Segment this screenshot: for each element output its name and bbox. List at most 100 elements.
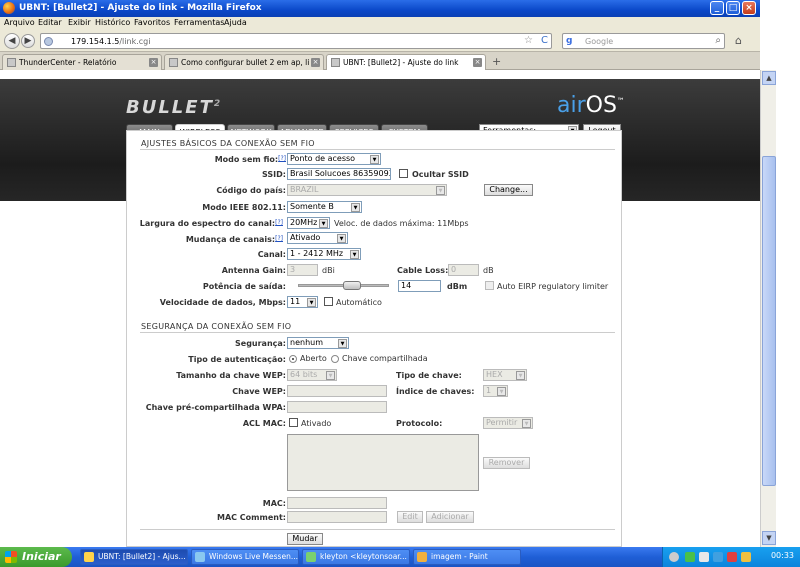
slider-handle[interactable] [343, 281, 361, 290]
page-icon [7, 58, 16, 67]
tab-close-icon[interactable]: × [473, 58, 482, 67]
search-bar[interactable]: g Google ⌕ [562, 33, 725, 49]
tab-close-icon[interactable]: × [149, 58, 158, 67]
security-select[interactable]: nenhum ▼ [287, 337, 349, 349]
edit-button[interactable]: Edit [397, 511, 423, 523]
wep-key-input[interactable] [287, 385, 387, 397]
channel-select[interactable]: 1 - 2412 MHz ▼ [287, 248, 361, 260]
channel-width-select[interactable]: 20MHz ▼ [287, 217, 330, 229]
add-button[interactable]: Adicionar [426, 511, 474, 523]
browser-tab-thundercenter[interactable]: ThunderCenter - Relatório × [2, 54, 162, 70]
cable-loss-input[interactable]: 0 [448, 264, 479, 276]
key-type-label: Tipo de chave: [396, 371, 462, 380]
start-button[interactable]: Iniciar [0, 547, 72, 567]
vertical-scrollbar[interactable]: ▲ ▼ [760, 70, 776, 547]
scroll-down-icon[interactable]: ▼ [762, 531, 776, 545]
protocol-label: Protocolo: [396, 419, 443, 428]
auto-rate-checkbox[interactable] [324, 297, 333, 306]
search-icon[interactable]: ⌕ [715, 35, 721, 46]
tab-close-icon[interactable]: × [311, 58, 320, 67]
channel-label: Canal: [257, 250, 286, 259]
url-bar[interactable]: 179.154.1.5/link.cgi ☆ C [40, 33, 552, 49]
minimize-button[interactable]: _ [710, 1, 724, 15]
wpa-key-label: Chave pré-compartilhada WPA: [145, 403, 286, 412]
taskbar-item-paint[interactable]: imagem - Paint [413, 549, 521, 565]
taskbar-item-messenger[interactable]: Windows Live Messen... [191, 549, 299, 565]
taskbar-item-kleyton[interactable]: kleyton <kleytonsoar... [302, 549, 410, 565]
ieee-mode-select[interactable]: Somente B ▼ [287, 201, 362, 213]
network-icon[interactable] [685, 552, 695, 562]
home-icon[interactable]: ⌂ [735, 34, 742, 47]
mac-input[interactable] [287, 497, 387, 509]
chevron-down-icon: ▼ [326, 371, 335, 380]
data-rate-select[interactable]: 11 ▼ [287, 296, 318, 308]
output-power-input[interactable]: 14 [398, 280, 441, 292]
hide-ssid-label: Ocultar SSID [412, 170, 469, 179]
remove-button[interactable]: Remover [483, 457, 530, 469]
key-index-select[interactable]: 1 ▼ [483, 385, 508, 397]
new-tab-button[interactable]: + [492, 55, 501, 68]
chevron-down-icon: ▼ [522, 419, 531, 428]
wep-length-select[interactable]: 64 bits ▼ [287, 369, 337, 381]
output-power-label: Potência de saída: [202, 282, 286, 291]
apply-button[interactable]: Mudar [287, 533, 323, 545]
menu-favoritos[interactable]: Favoritos [134, 18, 170, 27]
chevron-down-icon: ▼ [337, 234, 346, 243]
mac-comment-input[interactable] [287, 511, 387, 523]
menu-ajuda[interactable]: Ajuda [224, 18, 247, 27]
acl-mac-list[interactable] [287, 434, 479, 491]
menu-historico[interactable]: Histórico [95, 18, 130, 27]
menu-exibir[interactable]: Exibir [68, 18, 91, 27]
channel-shift-select[interactable]: Ativado ▼ [287, 232, 348, 244]
menu-arquivo[interactable]: Arquivo [4, 18, 35, 27]
browser-tab-ubnt[interactable]: UBNT: [Bullet2] - Ajuste do link × [326, 54, 486, 70]
ssid-input[interactable]: Brasil Solucoes 86359093 [287, 168, 391, 180]
antenna-gain-unit: dBi [322, 266, 335, 275]
wireless-mode-select[interactable]: Ponto de acesso ▼ [287, 153, 381, 165]
chevron-down-icon: ▼ [516, 371, 525, 380]
messenger-tray-icon[interactable] [713, 552, 723, 562]
key-index-label: Índice de chaves: [396, 387, 475, 396]
country-select[interactable]: BRAZIL ▼ [287, 184, 447, 196]
reload-icon[interactable]: C [541, 35, 548, 46]
output-power-slider[interactable] [298, 281, 389, 290]
antenna-gain-input[interactable]: 3 [287, 264, 318, 276]
chevron-down-icon: ▼ [319, 219, 328, 228]
auto-eirp-checkbox[interactable] [485, 281, 494, 290]
taskbar-item-firefox[interactable]: UBNT: [Bullet2] - Ajus... [80, 549, 188, 565]
menu-editar[interactable]: Editar [38, 18, 62, 27]
scroll-thumb[interactable] [762, 156, 776, 486]
chevron-down-icon: ▼ [338, 339, 347, 348]
acl-enabled-checkbox[interactable] [289, 418, 298, 427]
auth-open-radio[interactable] [289, 355, 297, 363]
section-title-security: SEGURANÇA DA CONEXÃO SEM FIO [141, 322, 292, 331]
auth-shared-radio[interactable] [331, 355, 339, 363]
close-button[interactable]: × [742, 1, 756, 15]
update-tray-icon[interactable] [741, 552, 751, 562]
volume-icon[interactable] [699, 552, 709, 562]
menu-ferramentas[interactable]: Ferramentas [174, 18, 224, 27]
hide-ssid-checkbox[interactable] [399, 169, 408, 178]
section-divider [140, 529, 615, 530]
bookmark-star-icon[interactable]: ☆ [524, 35, 533, 46]
browser-tab-como-configurar[interactable]: Como configurar bullet 2 em ap, ligado a… [164, 54, 324, 70]
airos-logo: airOS™ [557, 93, 625, 118]
url-text: 179.154.1.5/link.cgi [71, 37, 151, 46]
change-country-button[interactable]: Change... [484, 184, 533, 196]
browser-tab-strip: ThunderCenter - Relatório × Como configu… [0, 52, 760, 70]
mac-comment-label: MAC Comment: [217, 513, 286, 522]
back-button[interactable]: ◀ [4, 33, 20, 49]
chevron-down-icon: ▼ [436, 186, 445, 195]
tray-expand-icon[interactable] [669, 552, 679, 562]
wpa-key-input[interactable] [287, 401, 387, 413]
forward-button[interactable]: ▶ [21, 34, 35, 48]
scroll-up-icon[interactable]: ▲ [762, 71, 776, 85]
wireless-mode-label: Modo sem fio:[?] [214, 155, 286, 164]
page-icon [331, 58, 340, 67]
protocol-select[interactable]: Permitir ▼ [483, 417, 533, 429]
maximize-button[interactable]: □ [726, 1, 740, 15]
search-placeholder: Google [585, 37, 614, 46]
security-tray-icon[interactable] [727, 552, 737, 562]
key-type-select[interactable]: HEX ▼ [483, 369, 527, 381]
window-titlebar: UBNT: [Bullet2] - Ajuste do link - Mozil… [0, 0, 760, 17]
